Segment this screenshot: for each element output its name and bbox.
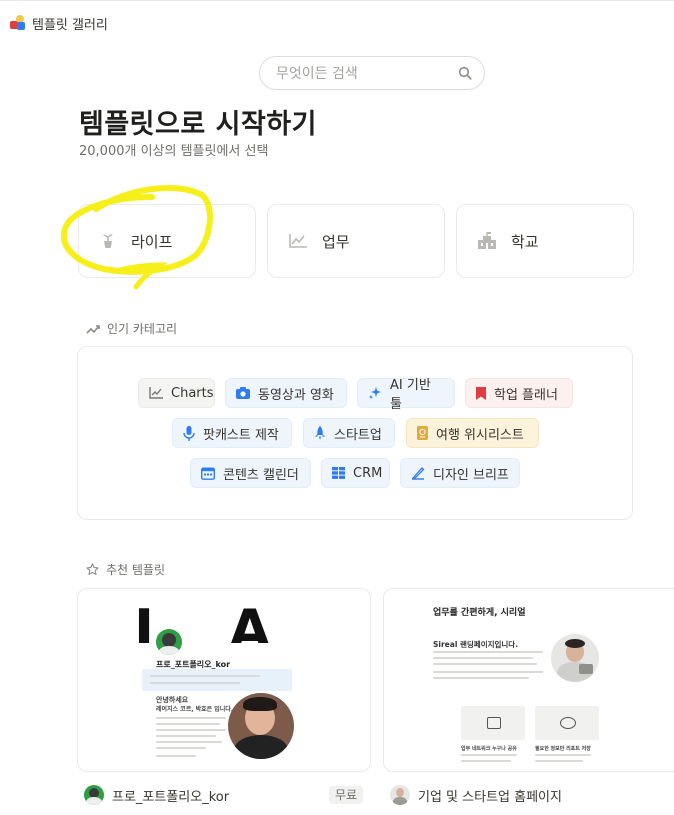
section-label-text: 인기 카테고리 (107, 322, 178, 336)
chip-startup[interactable]: 스타트업 (303, 418, 395, 448)
search-placeholder: 무엇이든 검색 (276, 66, 358, 82)
category-card-life[interactable]: 라이프 (78, 204, 256, 278)
table-icon (332, 467, 345, 479)
chip-design-brief[interactable]: 디자인 브리프 (400, 458, 520, 488)
chip-label: CRM (353, 465, 383, 481)
template-preview: 업무를 간편하게, 시리얼 Sireal 랜딩페이지입니다. 업무 네트워크 누… (384, 589, 674, 771)
design-icon (411, 466, 425, 480)
template-footer-startup-homepage[interactable]: 기업 및 스타트업 홈페이지 (390, 785, 562, 805)
section-label-text: 추천 템플릿 (106, 563, 166, 577)
plant-icon (99, 232, 117, 250)
category-card-work[interactable]: 업무 (267, 204, 445, 278)
chip-label: 동영상과 영화 (258, 387, 334, 403)
popular-categories-heading: 인기 카테고리 (86, 320, 177, 337)
template-name: 프로_포트폴리오_kor (112, 789, 230, 805)
star-icon (86, 563, 99, 576)
top-divider (0, 0, 674, 1)
template-preview: I A M 프로_포트폴리오_kor 안녕하세요 레이지스 코르, 박효은 입니… (78, 589, 370, 771)
avatar (84, 785, 104, 805)
chart-icon (288, 233, 308, 249)
page-title: 템플릿으로 시작하기 (79, 109, 317, 140)
chart-icon (149, 387, 163, 399)
preview-avatar-small (156, 629, 182, 655)
recommended-heading: 추천 템플릿 (86, 561, 165, 578)
preview-tile-2 (535, 706, 599, 740)
chip-crm[interactable]: CRM (321, 458, 390, 488)
chip-video-film[interactable]: 동영상과 영화 (225, 378, 347, 408)
notion-logo-icon (10, 15, 26, 31)
preview-sub: Sireal 랜딩페이지입니다. (433, 640, 519, 649)
template-card-portfolio[interactable]: I A M 프로_포트폴리오_kor 안녕하세요 레이지스 코르, 박효은 입니… (77, 588, 371, 772)
chip-study-planner[interactable]: 학업 플래너 (465, 378, 573, 408)
rocket-icon (314, 425, 326, 441)
free-badge: 무료 (329, 786, 364, 804)
preview-intro-sub: 레이지스 코르, 박효은 입니다. (156, 706, 234, 713)
school-icon (477, 232, 497, 250)
avatar (390, 785, 410, 805)
search-input[interactable]: 무엇이든 검색 (259, 56, 485, 90)
template-card-startup-homepage[interactable]: 업무를 간편하게, 시리얼 Sireal 랜딩페이지입니다. 업무 네트워크 누… (383, 588, 674, 772)
chip-content-calendar[interactable]: 콘텐츠 캘린더 (190, 458, 311, 488)
chip-podcast[interactable]: 팟캐스트 제작 (172, 418, 292, 448)
chip-label: Charts (171, 385, 214, 401)
preview-tile-2-label: 필요한 정보만 리포트 저장 (535, 746, 591, 752)
calendar-icon (201, 467, 215, 480)
bookmark-icon (476, 386, 486, 400)
preview-tile-1-label: 업무 네트워크 누구나 공유 (461, 746, 517, 752)
preview-portrait (228, 693, 294, 759)
app-header: 템플릿 갤러리 (10, 13, 108, 33)
microphone-icon (183, 425, 195, 441)
category-card-label: 학교 (511, 232, 539, 251)
chip-label: 디자인 브리프 (433, 467, 509, 483)
category-card-label: 라이프 (131, 232, 173, 251)
camera-icon (236, 387, 250, 399)
category-card-label: 업무 (322, 232, 350, 251)
category-card-school[interactable]: 학교 (456, 204, 634, 278)
trending-icon (86, 323, 100, 335)
chip-label: 팟캐스트 제작 (203, 427, 279, 443)
chip-ai-tools[interactable]: AI 기반 툴 (357, 378, 455, 412)
chip-charts[interactable]: Charts (138, 378, 215, 408)
preview-tile-1 (461, 706, 525, 740)
chip-label: AI 기반 툴 (390, 378, 431, 412)
sparkle-icon (368, 386, 382, 400)
chip-label: 여행 위시리스트 (436, 427, 524, 443)
page-subtitle: 20,000개 이상의 템플릿에서 선택 (79, 144, 269, 159)
template-footer-portfolio[interactable]: 프로_포트폴리오_kor (84, 785, 229, 805)
preview-portrait (551, 634, 599, 682)
chip-label: 콘텐츠 캘린더 (223, 467, 299, 483)
preview-headline: 업무를 간편하게, 시리얼 (433, 608, 526, 618)
chip-label: 학업 플래너 (494, 387, 558, 403)
passport-icon (417, 426, 428, 440)
chip-label: 스타트업 (334, 427, 382, 443)
search-icon (458, 66, 472, 80)
preview-callout (142, 669, 292, 691)
header-title: 템플릿 갤러리 (32, 17, 108, 33)
template-name: 기업 및 스타트업 홈페이지 (418, 789, 562, 805)
chip-travel-wishlist[interactable]: 여행 위시리스트 (406, 418, 539, 448)
